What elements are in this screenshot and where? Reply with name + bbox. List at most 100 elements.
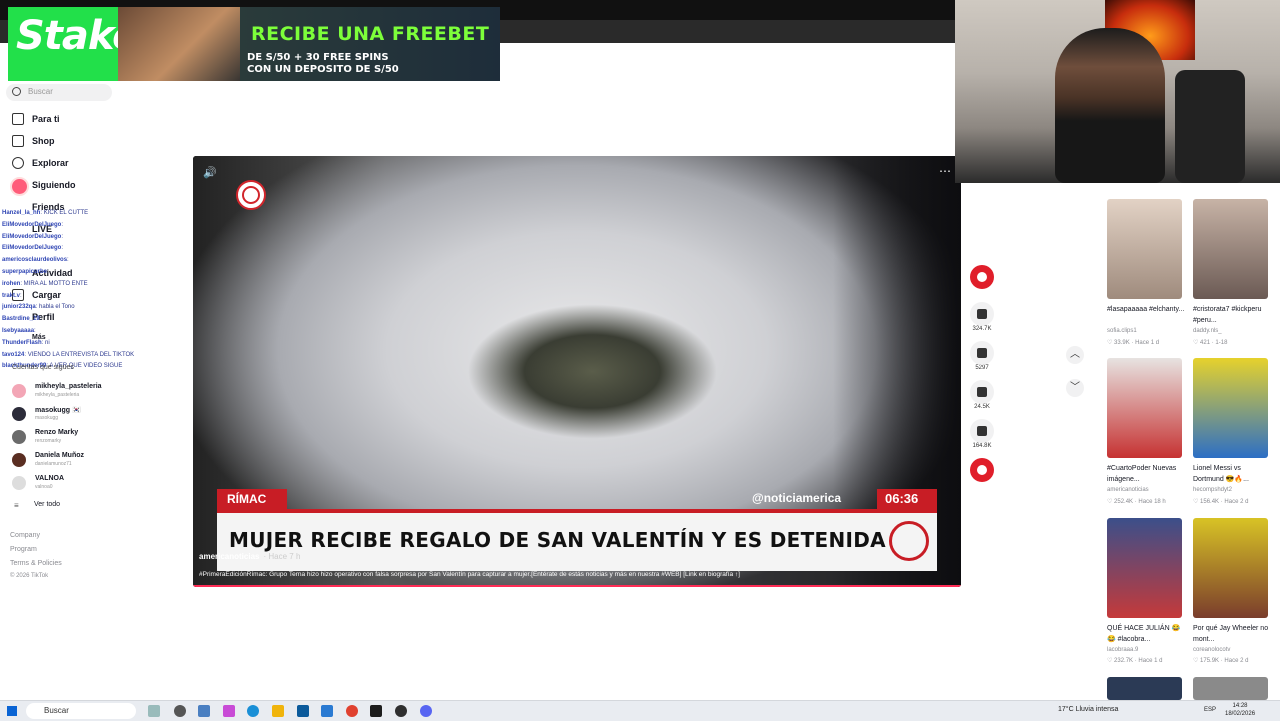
save-button[interactable]: 24.5K <box>968 380 996 410</box>
following-item[interactable]: VALNOA valnoa0 <box>12 474 122 494</box>
comment-icon <box>977 348 987 358</box>
discord-icon[interactable] <box>420 705 432 717</box>
video-author[interactable]: hecompshdyt2 <box>1193 487 1273 493</box>
chrome-icon[interactable] <box>346 705 358 717</box>
nav-siguiendo[interactable]: Siguiendo <box>10 177 120 196</box>
creator-avatar-button[interactable] <box>968 265 996 289</box>
video-thumbnail[interactable] <box>1193 518 1268 618</box>
following-item[interactable]: masokugg 🇰🇷 masokugg <box>12 405 122 425</box>
video-caption[interactable]: Lionel Messi vs Dortmund 😎🔥... <box>1193 463 1273 485</box>
video-thumbnail[interactable] <box>1107 358 1182 458</box>
gaming-chair <box>1175 70 1245 183</box>
chat-message: EliMovedorDelJuego: <box>2 233 64 240</box>
video-author[interactable]: sofia.clips1 <box>1107 328 1187 334</box>
video-player[interactable]: 🔊 ⋯ RÍMAC @noticiamerica 06:36 MUJER REC… <box>193 156 961 587</box>
weather-widget[interactable]: 17°C Lluvia intensa <box>1058 706 1118 713</box>
video-author[interactable]: lacobraaa.9 <box>1107 647 1187 653</box>
like-button[interactable]: 324.7K <box>968 302 996 332</box>
mail-icon[interactable] <box>321 705 333 717</box>
video-thumbnail[interactable] <box>1193 677 1268 700</box>
avatar <box>12 407 26 421</box>
language-indicator[interactable]: ESP <box>1204 707 1216 713</box>
app-icon[interactable] <box>395 705 407 717</box>
video-thumbnail[interactable] <box>1193 199 1268 299</box>
video-caption[interactable]: Por qué Jay Wheeler no mont... <box>1193 623 1273 645</box>
video-caption[interactable]: #lasapaaaaa #elchanty... <box>1107 304 1187 315</box>
folder-icon[interactable] <box>272 705 284 717</box>
system-clock[interactable]: 14:28 18/02/2026 <box>1225 702 1255 718</box>
video-author[interactable]: americanoticias <box>1107 487 1187 493</box>
nav-para-ti[interactable]: Para ti <box>10 111 120 129</box>
widgets-icon[interactable] <box>148 705 160 717</box>
chat-message: EliMovedorDelJuego: <box>2 245 64 252</box>
following-item[interactable]: Daniela Muñoz danielamunoz71 <box>12 451 122 471</box>
next-video-button[interactable]: ﹀ <box>1066 379 1084 397</box>
chat-message: junior232qa: habla el Tono <box>2 304 75 311</box>
task-view-icon[interactable] <box>174 705 186 717</box>
search-icon <box>12 87 21 96</box>
video-thumbnail[interactable] <box>1193 358 1268 458</box>
video-caption[interactable]: #CuartoPoder Nuevas imágene... <box>1107 463 1187 485</box>
news-lower-third: RÍMAC @noticiamerica 06:36 MUJER RECIBE … <box>217 489 937 571</box>
chevron-down-icon: ﹀ <box>1070 382 1080 393</box>
chat-message: Bastrdine_19: <box>2 316 42 323</box>
music-disc-button[interactable] <box>968 458 996 482</box>
search-input[interactable]: Buscar <box>6 84 112 101</box>
banner-person-image <box>118 7 246 81</box>
banner-subtext: DE S/50 + 30 FREE SPINS CON UN DEPOSITO … <box>247 52 399 75</box>
video-stats: ♡ 156.4K · Hace 2 d <box>1193 499 1249 505</box>
streamer-webcam <box>955 0 1280 183</box>
store-icon[interactable] <box>297 705 309 717</box>
nav-explorar[interactable]: Explorar <box>10 155 120 173</box>
video-progress-bar[interactable] <box>193 585 961 587</box>
chat-message: trakt.v: <box>2 292 22 299</box>
volume-icon[interactable]: 🔊 <box>203 166 217 179</box>
following-item[interactable]: mikheyla_pasteleria mikheyla_pasteleria <box>12 382 122 402</box>
taskbar-search[interactable]: Buscar <box>26 703 136 719</box>
america-globe-icon <box>889 521 929 561</box>
file-explorer-icon[interactable] <box>198 705 210 717</box>
video-author[interactable]: americanoticias · Hace 7 h <box>199 552 300 561</box>
previous-video-button[interactable]: ︿ <box>1066 346 1084 364</box>
footer-company[interactable]: Company <box>10 532 40 539</box>
location-tag: RÍMAC <box>217 489 287 509</box>
home-icon <box>12 113 24 125</box>
video-thumbnail[interactable] <box>1107 518 1182 618</box>
nav-shop[interactable]: Shop <box>10 133 120 151</box>
streamer <box>1055 28 1165 183</box>
video-stats: ♡ 232.7K · Hace 1 d <box>1107 658 1163 664</box>
headline-strip: MUJER RECIBE REGALO DE SAN VALENTÍN Y ES… <box>217 509 937 571</box>
video-caption[interactable]: QUÉ HACE JULIÁN 😂😂 #lacobra... <box>1107 623 1187 645</box>
edge-icon[interactable] <box>247 705 259 717</box>
america-logo-icon <box>236 180 266 210</box>
chat-message: tavo124: VIENDO LA ENTREVISTA DEL TIKTOK <box>2 351 135 358</box>
chat-message: irohen: MIRA AL MOTTO ENTE <box>2 280 88 287</box>
more-options-icon[interactable]: ⋯ <box>939 164 951 178</box>
video-author[interactable]: daddy.nls_ <box>1193 328 1273 334</box>
footer-terms[interactable]: Terms & Policies <box>10 560 62 567</box>
video-thumbnail[interactable] <box>1107 677 1182 700</box>
video-thumbnail[interactable] <box>1107 199 1182 299</box>
avatar <box>12 430 26 444</box>
chat-message: EliMovedorDelJuego: <box>2 221 64 228</box>
chevron-up-icon: ︿ <box>1070 349 1080 360</box>
obs-icon[interactable] <box>370 705 382 717</box>
news-headline: MUJER RECIBE REGALO DE SAN VALENTÍN Y ES… <box>229 528 886 552</box>
video-stats: ♡ 33.9K · Hace 1 d <box>1107 340 1160 346</box>
comment-button[interactable]: 5297 <box>968 341 996 371</box>
see-all-link[interactable]: Ver todo <box>34 501 60 508</box>
chat-message: Hanzel_la_hh: KICK EL CUTTE <box>2 210 89 216</box>
video-caption[interactable]: #cristorata7 #kickperu #peru... <box>1193 304 1273 326</box>
copilot-icon[interactable] <box>223 705 235 717</box>
following-item[interactable]: Renzo Marky renzomarky <box>12 428 122 448</box>
video-stats: ♡ 421 · 1-18 <box>1193 340 1228 346</box>
avatar <box>12 384 26 398</box>
footer-program[interactable]: Program <box>10 546 37 553</box>
stream-chat-overlay: Hanzel_la_hh: KICK EL CUTTE EliMovedorDe… <box>2 208 152 373</box>
save-count: 24.5K <box>974 404 990 410</box>
share-button[interactable]: 164.8K <box>968 419 996 449</box>
windows-start-icon[interactable] <box>7 706 17 716</box>
stake-banner-ad[interactable]: Stake RECIBE UNA FREEBET DE S/50 + 30 FR… <box>8 7 500 81</box>
video-author[interactable]: coreanolocotv <box>1193 647 1273 653</box>
chat-message: Isebyaaaaa: <box>2 327 36 334</box>
